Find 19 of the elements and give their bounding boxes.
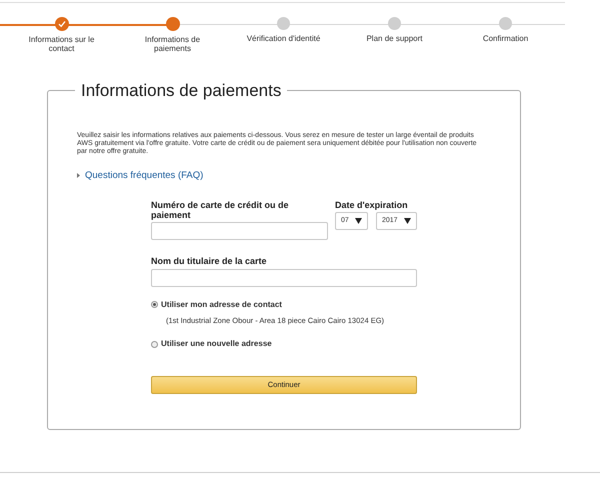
field-label: Numéro de carte de crédit ou de paiement xyxy=(151,200,290,220)
step-label: Informations sur le contact xyxy=(28,35,96,53)
bullet-icon xyxy=(77,173,80,178)
input-field[interactable] xyxy=(151,268,417,287)
step-label: Informations de paiements xyxy=(144,35,202,53)
field-label: Nom du titulaire de la carte xyxy=(151,256,268,266)
panel-title: Informations de paiements xyxy=(80,80,282,102)
faq-link[interactable]: Questions fréquentes (FAQ) xyxy=(77,168,204,183)
step-label: Confirmation xyxy=(482,34,530,43)
radio-label: Utiliser une nouvelle adresse xyxy=(161,338,272,350)
field-label: Date d'expiration xyxy=(335,200,409,210)
radio-button[interactable] xyxy=(151,340,158,348)
step-label: Vérification d'identité xyxy=(246,34,322,43)
caret-icon xyxy=(404,218,411,224)
radio-button[interactable] xyxy=(151,301,158,308)
input-field[interactable] xyxy=(151,222,328,240)
radio-label: Utiliser mon adresse de contact xyxy=(161,298,282,311)
step-label: Plan de support xyxy=(365,34,424,43)
caret-icon xyxy=(354,218,362,224)
